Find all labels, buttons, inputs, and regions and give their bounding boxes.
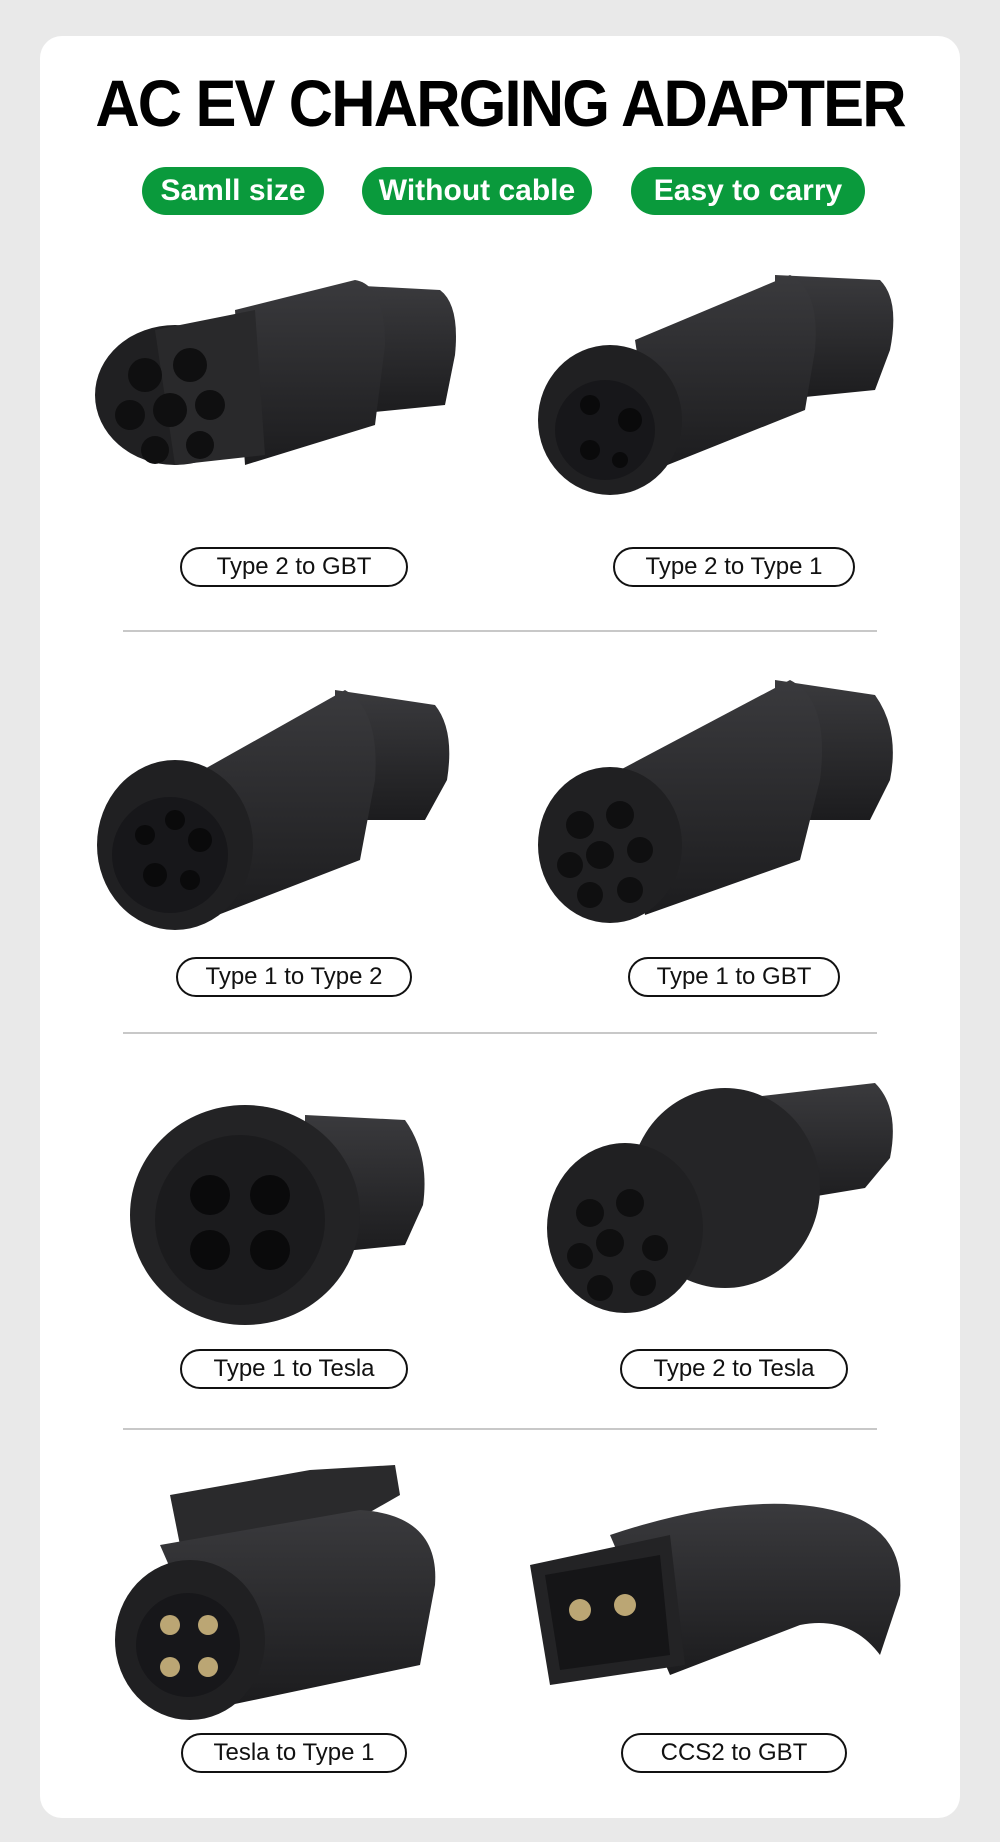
feature-tag-small-size: Samll size xyxy=(142,167,324,215)
adapter-label-type2-to-gbt: Type 2 to GBT xyxy=(180,547,408,587)
feature-tag-easy-to-carry: Easy to carry xyxy=(631,167,865,215)
adapter-image-type1-to-gbt xyxy=(535,670,905,945)
adapter-image-tesla-to-type1 xyxy=(110,1455,450,1730)
adapter-image-type2-to-gbt xyxy=(95,265,465,515)
adapter-label-type1-to-tesla: Type 1 to Tesla xyxy=(180,1349,408,1389)
section-divider xyxy=(123,630,877,632)
adapter-label-type1-to-type2: Type 1 to Type 2 xyxy=(176,957,412,997)
adapter-image-ccs2-to-gbt xyxy=(520,1495,905,1705)
adapter-image-type1-to-type2 xyxy=(95,670,465,945)
section-divider xyxy=(123,1428,877,1430)
adapter-image-type1-to-tesla xyxy=(125,1095,435,1330)
adapter-image-type2-to-type1 xyxy=(535,260,905,530)
page-title: AC EV CHARGING ADAPTER xyxy=(95,66,906,140)
adapter-label-type2-to-type1: Type 2 to Type 1 xyxy=(613,547,855,587)
feature-tag-without-cable: Without cable xyxy=(362,167,592,215)
section-divider xyxy=(123,1032,877,1034)
adapter-label-type2-to-tesla: Type 2 to Tesla xyxy=(620,1349,848,1389)
adapter-image-type2-to-tesla xyxy=(545,1078,895,1338)
adapter-label-ccs2-to-gbt: CCS2 to GBT xyxy=(621,1733,847,1773)
adapter-label-type1-to-gbt: Type 1 to GBT xyxy=(628,957,840,997)
adapter-label-tesla-to-type1: Tesla to Type 1 xyxy=(181,1733,407,1773)
